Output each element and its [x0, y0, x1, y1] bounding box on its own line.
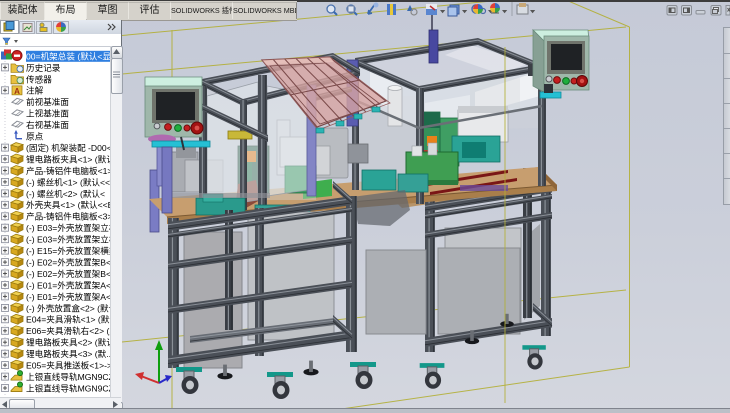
svg-text:(固定) 机架装配 -D00<1: (固定) 机架装配 -D00<1: [26, 142, 117, 153]
svg-text:锂电路板夹具<2> (默认: 锂电路板夹具<2> (默认: [26, 337, 115, 348]
svg-text:E04=夹具滑轨<1> (默认: E04=夹具滑轨<1> (默认: [26, 314, 118, 325]
svg-text:历史记录: 历史记录: [26, 62, 61, 73]
svg-text:(-) E02=外壳放置架B<1: (-) E02=外壳放置架B<1: [26, 257, 116, 268]
svg-text:A: A: [14, 87, 20, 96]
svg-text:上银直线导轨MGN9CZ0: 上银直线导轨MGN9CZ0: [26, 382, 119, 393]
svg-text:E05=夹具推送板<1>->: E05=夹具推送板<1>->: [26, 360, 112, 371]
svg-text:(-) E02=外壳放置架B<2: (-) E02=外壳放置架B<2: [26, 268, 116, 279]
svg-text:前视基准面: 前视基准面: [26, 96, 69, 107]
svg-text:(-) 螺丝机<1> (默认<<: (-) 螺丝机<1> (默认<<: [26, 176, 110, 187]
svg-text:(-) E03=外壳放置架立柱: (-) E03=外壳放置架立柱: [26, 222, 118, 233]
svg-text:00=机架总装 (默认<显: 00=机架总装 (默认<显: [26, 50, 111, 61]
svg-text:原点: 原点: [26, 132, 44, 142]
svg-text:外壳夹具<1> (默认<<B: 外壳夹具<1> (默认<<B: [26, 199, 114, 210]
svg-text:产品-铸铝件电脑板<3>: 产品-铸铝件电脑板<3>: [26, 211, 112, 222]
svg-text:产品-铸铝件电脑板<1>: 产品-铸铝件电脑板<1>: [26, 165, 112, 176]
svg-text:注解: 注解: [26, 85, 44, 96]
svg-text:(-) E01=外壳放置架A<1: (-) E01=外壳放置架A<1: [26, 279, 116, 290]
svg-text:锂电路板夹具<3> (默...: 锂电路板夹具<3> (默...: [26, 348, 113, 359]
svg-text:传感器: 传感器: [26, 73, 52, 84]
svg-text:(-) 外壳放置盒<2> (默认: (-) 外壳放置盒<2> (默认: [26, 302, 118, 313]
svg-text:上视基准面: 上视基准面: [26, 108, 69, 119]
svg-text:(-) 螺丝机<2> (默认<: (-) 螺丝机<2> (默认<: [26, 188, 105, 199]
svg-text:(-) E01=外壳放置架A<2: (-) E01=外壳放置架A<2: [26, 291, 116, 302]
svg-text:右视基准面: 右视基准面: [26, 119, 69, 130]
svg-text:上银直线导轨MGN9CZ0: 上银直线导轨MGN9CZ0: [26, 371, 119, 382]
svg-text:(-) E15=外壳放置架横梁: (-) E15=外壳放置架横梁: [26, 245, 118, 256]
svg-text:(-) E03=外壳放置架立柱: (-) E03=外壳放置架立柱: [26, 234, 118, 245]
svg-text:锂电路板夹具<1> (默认: 锂电路板夹具<1> (默认: [26, 154, 115, 165]
svg-text:E06=夹具滑轨右<2> (默: E06=夹具滑轨右<2> (默: [26, 325, 118, 336]
